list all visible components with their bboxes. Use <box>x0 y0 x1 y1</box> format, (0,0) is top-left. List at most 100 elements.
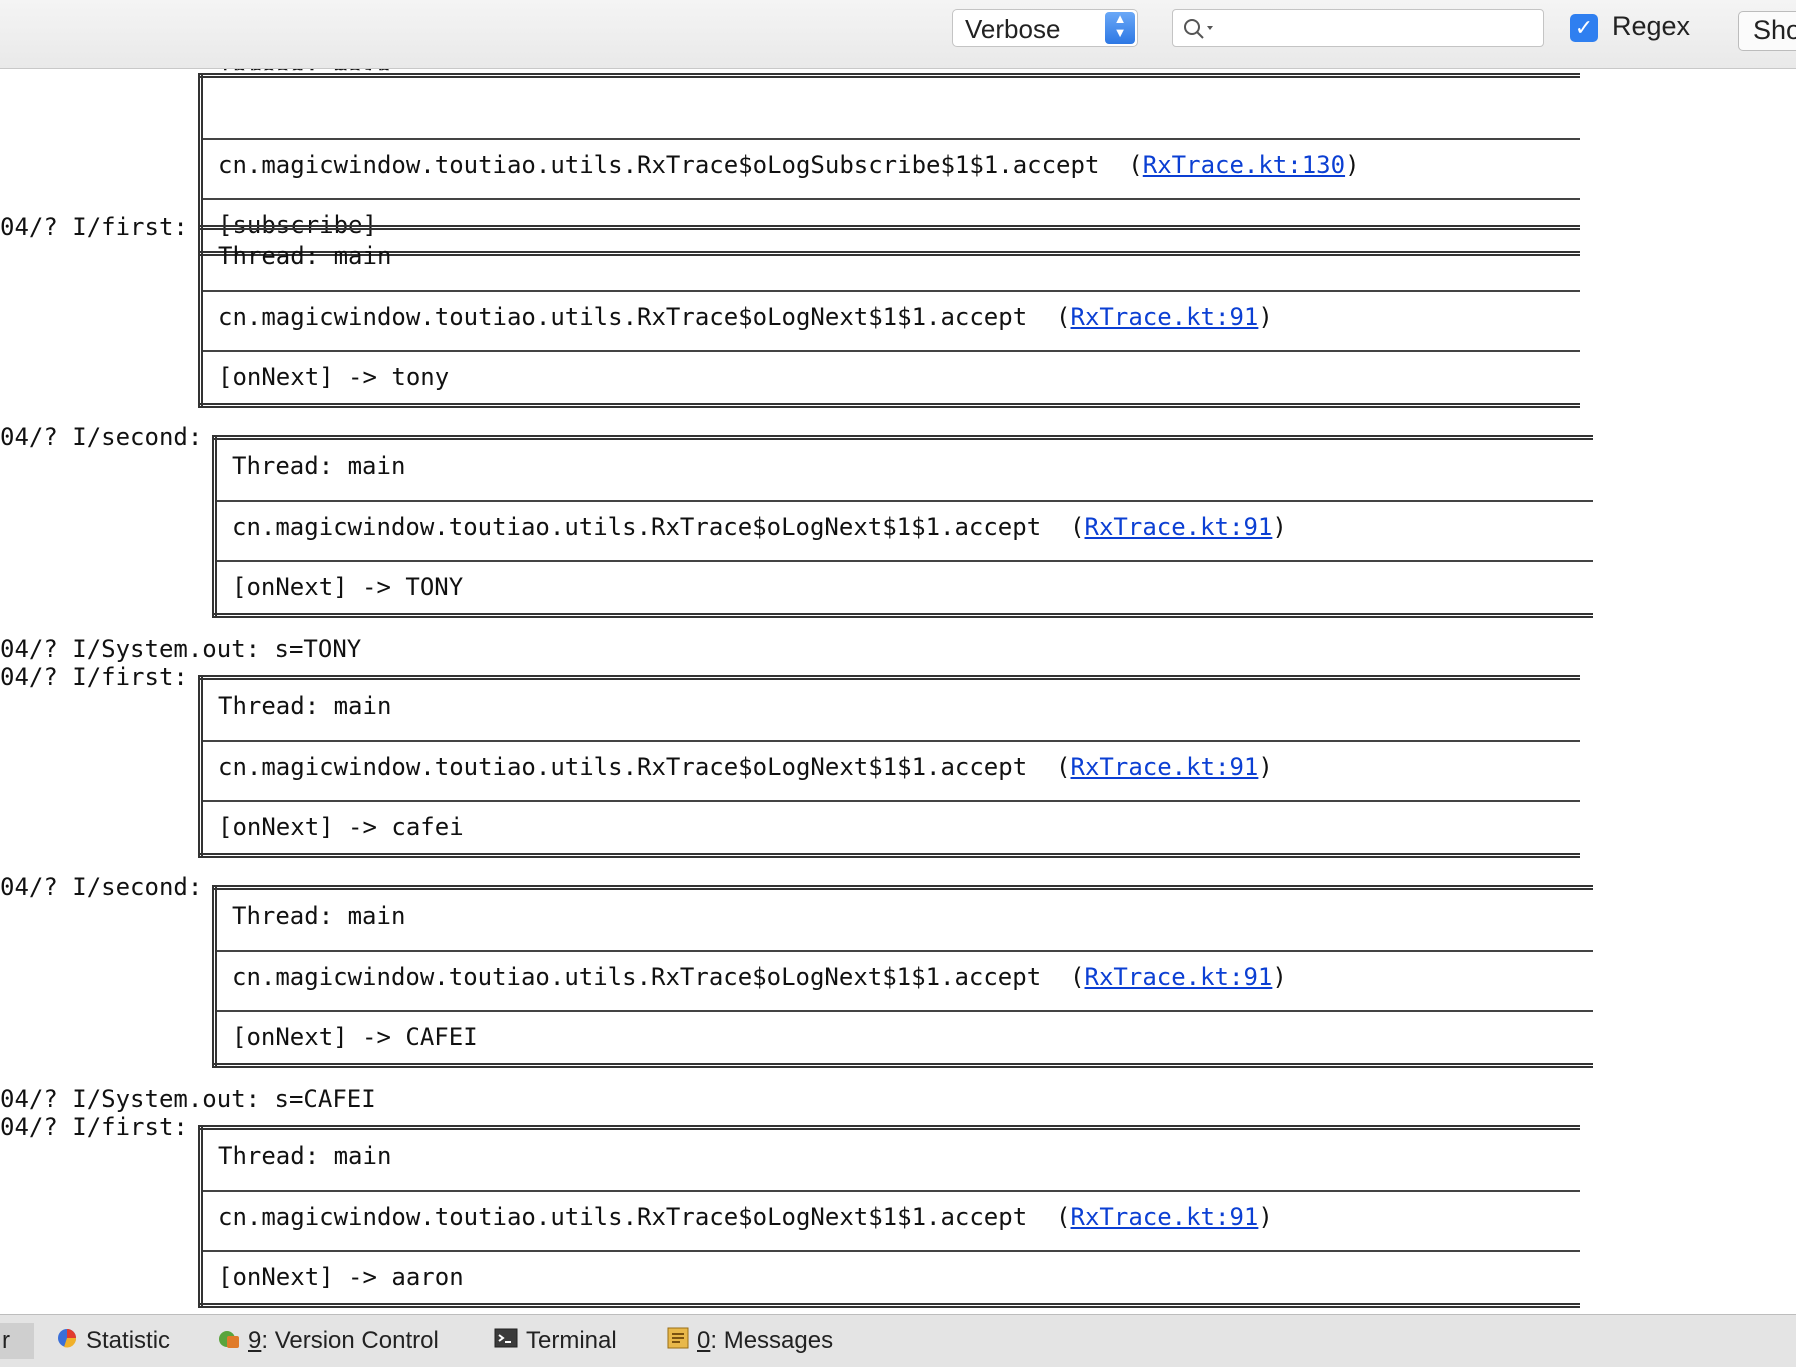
box-top-border <box>198 73 1580 78</box>
regex-label: Regex <box>1612 11 1691 41</box>
log-box: Thread: main cn.magicwindow.toutiao.utils… <box>198 225 1580 408</box>
box-separator <box>203 740 1580 742</box>
logcat-toolbar: Verbose ▲ ▼ ✓ Regex Sho <box>0 0 1796 69</box>
paren: ( <box>1027 1203 1071 1231</box>
method-line: cn.magicwindow.toutiao.utils.RxTrace$oLo… <box>232 513 1287 541</box>
method-name: cn.magicwindow.toutiao.utils.RxTrace$oLo… <box>218 753 1028 781</box>
tool-tab-label: r <box>2 1327 10 1354</box>
tool-tab-label: Statistic <box>86 1327 171 1354</box>
thread-line: Thread: main <box>218 242 392 270</box>
version-control-icon <box>218 1324 240 1360</box>
tool-tab-logcat[interactable]: r <box>0 1323 34 1359</box>
paren: ( <box>1027 303 1071 331</box>
messages-icon <box>667 1324 689 1360</box>
tool-tab-mnemonic: 0 <box>697 1327 711 1354</box>
thread-line: Thread: main <box>218 69 392 87</box>
log-tag: 04/? I/first: <box>0 213 188 241</box>
box-left-border <box>212 885 217 1068</box>
message-line: [onNext] -> cafei <box>218 813 464 841</box>
log-tag: 04/? I/second: <box>0 873 203 901</box>
statistic-icon <box>56 1324 78 1360</box>
method-name: cn.magicwindow.toutiao.utils.RxTrace$oLo… <box>232 963 1042 991</box>
source-link[interactable]: RxTrace.kt:91 <box>1071 1203 1259 1231</box>
method-line: cn.magicwindow.toutiao.utils.RxTrace$oLo… <box>218 303 1273 331</box>
paren: ) <box>1272 963 1287 991</box>
box-top-border <box>198 1125 1580 1130</box>
source-link[interactable]: RxTrace.kt:91 <box>1071 753 1259 781</box>
tool-tab-mnemonic: 9 <box>248 1327 262 1354</box>
box-separator <box>203 1250 1580 1252</box>
thread-line: Thread: main <box>232 902 406 930</box>
box-left-border <box>198 675 203 858</box>
source-link[interactable]: RxTrace.kt:91 <box>1085 513 1273 541</box>
box-separator <box>203 138 1580 140</box>
box-bottom-border <box>212 613 1593 618</box>
log-box: Thread: main cn.magicwindow.toutiao.utils… <box>212 885 1593 1068</box>
method-name: cn.magicwindow.toutiao.utils.RxTrace$oLo… <box>218 1203 1028 1231</box>
tool-tab-label: : Messages <box>710 1327 834 1354</box>
message-line: [onNext] -> tony <box>218 363 450 391</box>
log-tag: 04/? I/second: <box>0 423 203 451</box>
log-level-select[interactable]: Verbose ▲ ▼ <box>952 9 1138 47</box>
updown-arrows-icon: ▲ ▼ <box>1105 12 1135 44</box>
paren: ) <box>1272 513 1287 541</box>
paren: ( <box>1027 753 1071 781</box>
paren: ( <box>1041 963 1085 991</box>
log-box: Thread: main cn.magicwindow.toutiao.utils… <box>198 675 1580 858</box>
log-line: 04/? I/System.out: s=CAFEI <box>0 1085 376 1113</box>
box-bottom-border <box>198 1303 1580 1308</box>
message-line: [onNext] -> CAFEI <box>232 1023 478 1051</box>
logcat-output[interactable]: Thread: main cn.magicwindow.toutiao.utils… <box>0 69 1796 1314</box>
tool-tab-version-control[interactable]: 9: Version Control <box>218 1323 439 1359</box>
message-line: [onNext] -> TONY <box>232 573 464 601</box>
box-bottom-border <box>198 403 1580 408</box>
method-line: cn.magicwindow.toutiao.utils.RxTrace$oLo… <box>232 963 1287 991</box>
tool-tab-statistic[interactable]: Statistic <box>56 1323 170 1359</box>
method-line: cn.magicwindow.toutiao.utils.RxTrace$oLo… <box>218 151 1360 179</box>
terminal-icon <box>494 1324 518 1360</box>
source-link[interactable]: RxTrace.kt:91 <box>1085 963 1273 991</box>
log-level-value: Verbose <box>965 14 1061 44</box>
search-field[interactable] <box>1172 9 1544 47</box>
paren: ( <box>1041 513 1085 541</box>
box-top-border <box>212 435 1593 440</box>
tool-tab-messages[interactable]: 0: Messages <box>667 1323 833 1359</box>
tool-window-bar: r Statistic 9: Version Control Terminal … <box>0 1314 1796 1367</box>
thread-line: Thread: main <box>218 692 392 720</box>
source-link[interactable]: RxTrace.kt:91 <box>1071 303 1259 331</box>
box-separator <box>217 500 1593 502</box>
thread-line: Thread: main <box>218 1142 392 1170</box>
box-left-border <box>198 1125 203 1308</box>
method-line: cn.magicwindow.toutiao.utils.RxTrace$oLo… <box>218 1203 1273 1231</box>
box-separator <box>203 198 1580 200</box>
log-box: Thread: main cn.magicwindow.toutiao.utils… <box>212 435 1593 618</box>
show-filter-button[interactable]: Sho <box>1738 11 1796 51</box>
regex-checkbox[interactable]: ✓ <box>1570 14 1598 42</box>
box-top-border <box>212 885 1593 890</box>
thread-line: Thread: main <box>232 452 406 480</box>
box-left-border <box>198 225 203 408</box>
log-line: 04/? I/System.out: s=TONY <box>0 635 362 663</box>
method-name: cn.magicwindow.toutiao.utils.RxTrace$oLo… <box>218 151 1100 179</box>
box-separator <box>203 1190 1580 1192</box>
method-name: cn.magicwindow.toutiao.utils.RxTrace$oLo… <box>232 513 1042 541</box>
box-separator <box>203 800 1580 802</box>
method-name: cn.magicwindow.toutiao.utils.RxTrace$oLo… <box>218 303 1028 331</box>
paren: ) <box>1345 151 1360 179</box>
log-tag: 04/? I/first: <box>0 1113 188 1141</box>
box-separator <box>217 950 1593 952</box>
search-input[interactable] <box>1219 14 1533 44</box>
paren: ) <box>1258 753 1273 781</box>
paren: ( <box>1099 151 1143 179</box>
box-left-border <box>212 435 217 618</box>
tool-tab-terminal[interactable]: Terminal <box>494 1323 617 1359</box>
tool-tab-label: : Version Control <box>261 1327 439 1354</box>
paren: ) <box>1258 303 1273 331</box>
box-separator <box>217 560 1593 562</box>
paren: ) <box>1258 1203 1273 1231</box>
source-link[interactable]: RxTrace.kt:130 <box>1143 151 1345 179</box>
box-bottom-border <box>198 853 1580 858</box>
box-bottom-border <box>212 1063 1593 1068</box>
box-separator <box>203 350 1580 352</box>
message-line: [onNext] -> aaron <box>218 1263 464 1291</box>
